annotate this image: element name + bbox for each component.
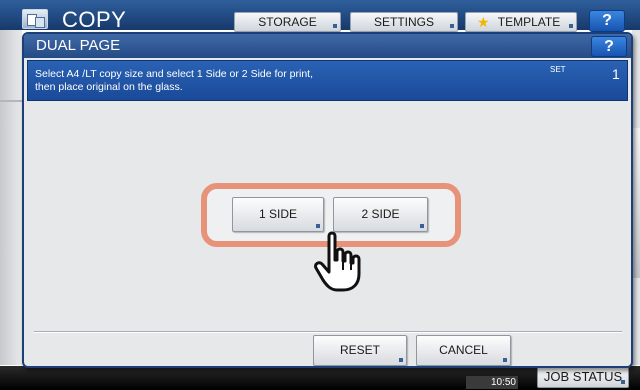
background-panel-right [632,30,640,365]
tab-settings[interactable]: SETTINGS [350,12,458,32]
dialog-title: DUAL PAGE [36,37,121,54]
tab-arrow-icon [621,380,625,384]
one-side-label: 1 SIDE [258,207,297,221]
cancel-button[interactable]: CANCEL [416,335,511,366]
instruction-message: Select A4 /LT copy size and select 1 Sid… [35,68,505,94]
dialog-content: 1 SIDE 2 SIDE RESET CANCEL [27,103,628,366]
tab-label: STORAGE [258,15,317,29]
hand-cursor-icon [314,231,361,292]
one-side-button[interactable]: 1 SIDE [232,197,324,232]
button-divider [34,331,622,333]
tab-storage[interactable]: STORAGE [234,12,341,32]
set-label: SET [550,65,566,74]
reset-label: RESET [339,343,380,357]
help-button[interactable]: ? [589,10,625,32]
tab-arrow-icon [569,24,573,28]
copy-app-icon [22,9,48,29]
reset-button[interactable]: RESET [313,335,407,366]
job-status-button[interactable]: JOB STATUS [537,366,629,388]
dual-page-dialog: DUAL PAGE ? Select A4 /LT copy size and … [22,32,633,368]
divider [0,100,22,102]
button-arrow-icon [420,224,424,228]
set-count: 1 [612,66,620,82]
button-arrow-icon [399,358,403,362]
background-strip [632,128,640,278]
top-bar: COPY STORAGE SETTINGS TEMPLATE ★ ? [0,0,640,32]
button-arrow-icon [503,358,507,362]
message-panel: Select A4 /LT copy size and select 1 Sid… [27,60,628,101]
dialog-header: DUAL PAGE ? [24,34,631,58]
instruction-line-1: Select A4 /LT copy size and select 1 Sid… [35,68,314,80]
instruction-line-2: then place original on the glass. [35,81,183,93]
job-status-label: JOB STATUS [543,369,623,384]
cancel-label: CANCEL [439,343,488,357]
tab-label: TEMPLATE [497,15,561,29]
clock-time: 10:50 [466,376,518,389]
app-title: COPY [62,7,127,32]
tab-label: SETTINGS [373,15,434,29]
star-icon: ★ [477,14,490,30]
dialog-help-button[interactable]: ? [591,36,627,57]
tab-arrow-icon [333,24,337,28]
two-side-label: 2 SIDE [361,207,400,221]
two-side-button[interactable]: 2 SIDE [333,197,428,232]
background-panel-left [0,30,22,365]
button-arrow-icon [316,224,320,228]
tab-arrow-icon [450,24,454,28]
